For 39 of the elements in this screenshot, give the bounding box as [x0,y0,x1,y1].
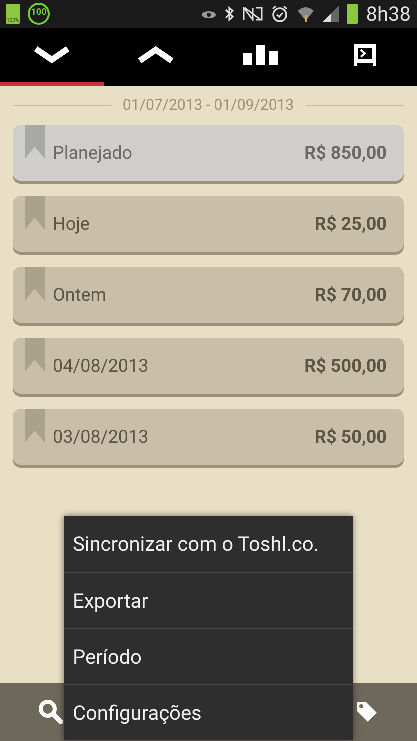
eye-icon [201,9,218,19]
row-label: Hoje [53,212,91,236]
summary-row[interactable]: 04/08/2013 R$ 500,00 [13,338,404,394]
bookmark-icon [25,338,45,372]
bluetooth-icon [225,6,236,22]
bookmark-icon [25,196,45,230]
bookmark-icon [25,267,45,301]
period-range: 01/07/2013 - 01/09/2013 [122,94,294,116]
row-amount: R$ 70,00 [314,284,387,308]
row-label: 04/08/2013 [53,354,150,378]
chevron-up-icon [137,45,176,65]
bookmark-icon [25,125,45,159]
no-signal-icon [243,7,264,21]
wifi-icon [297,5,316,23]
chevron-down-icon [33,45,72,65]
summary-row[interactable]: Ontem R$ 70,00 [13,267,404,323]
notification-badge: 100 [28,3,50,25]
bar-chart-icon [242,45,279,65]
row-amount: R$ 25,00 [314,212,387,236]
search-icon[interactable] [38,699,64,725]
summary-row[interactable]: Planejado R$ 850,00 [13,125,404,181]
row-label: 03/08/2013 [53,426,150,450]
summary-row[interactable]: 03/08/2013 R$ 50,00 [13,409,404,465]
bookmark-icon [25,409,45,443]
summary-row[interactable]: Hoje R$ 25,00 [13,196,404,252]
signal-icon [323,6,340,22]
row-amount: R$ 850,00 [304,142,387,166]
menu-item[interactable]: Sincronizar com o Toshl.co. [64,516,353,572]
row-amount: R$ 50,00 [314,426,387,450]
menu-item[interactable]: Exportar [64,572,353,628]
phone-battery-icon [347,4,358,24]
row-label: Ontem [53,284,108,308]
tag-icon[interactable] [355,700,379,724]
row-amount: R$ 500,00 [304,354,387,378]
alarm-clock-icon [271,5,290,23]
menu-item[interactable]: Configurações [64,684,353,740]
clock-time: 8h38 [366,4,411,24]
menu-item[interactable]: Período [64,628,353,684]
row-label: Planejado [53,142,134,166]
